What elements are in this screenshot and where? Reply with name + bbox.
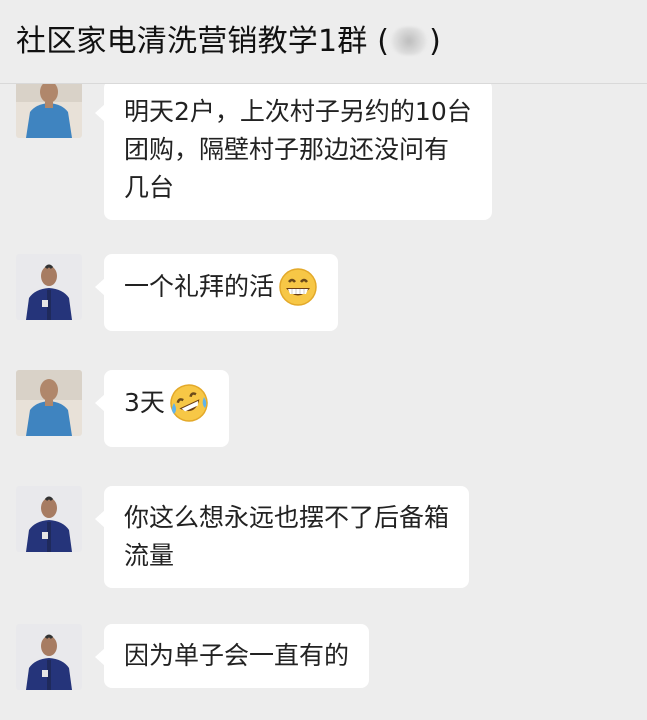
- group-name: 社区家电清洗营销教学1群 (: [16, 24, 390, 59]
- rolling-laughing-face-icon: [169, 383, 209, 434]
- avatar[interactable]: [16, 624, 82, 690]
- message-bubble[interactable]: 一个礼拜的活: [94, 254, 339, 331]
- avatar[interactable]: [16, 254, 82, 320]
- group-title-close: ): [429, 24, 442, 59]
- chat-message-list[interactable]: 明天2户，上次村子另约的10台 团购，隔壁村子那边还没问有 几台 一个礼拜的活: [0, 84, 647, 720]
- message-text-line: 明天2户，上次村子另约的10台: [124, 97, 472, 126]
- message-text-line: 你这么想永远也摆不了后备箱: [124, 503, 450, 532]
- avatar[interactable]: [16, 84, 82, 138]
- avatar[interactable]: [16, 486, 82, 552]
- message-bubble[interactable]: 你这么想永远也摆不了后备箱 流量: [94, 486, 470, 588]
- message-text-line: 团购，隔壁村子那边还没问有: [124, 135, 450, 164]
- chat-header: 社区家电清洗营销教学1群 (): [0, 0, 647, 84]
- message-text-line: 几台: [124, 173, 175, 202]
- message-bubble[interactable]: 3天: [95, 370, 229, 447]
- group-title[interactable]: 社区家电清洗营销教学1群 (): [16, 16, 441, 60]
- message-bubble[interactable]: 明天2户，上次村子另约的10台 团购，隔壁村子那边还没问有 几台: [95, 84, 492, 220]
- message-bubble[interactable]: 因为单子会一直有的: [94, 624, 370, 688]
- message-text: 因为单子会一直有的: [124, 641, 350, 670]
- member-count-blurred: [391, 27, 428, 55]
- message-text-line: 流量: [124, 541, 175, 570]
- message-text: 3天: [124, 388, 165, 417]
- message-text: 一个礼拜的活: [124, 272, 275, 301]
- grinning-face-icon: [278, 267, 318, 318]
- avatar[interactable]: [16, 370, 82, 436]
